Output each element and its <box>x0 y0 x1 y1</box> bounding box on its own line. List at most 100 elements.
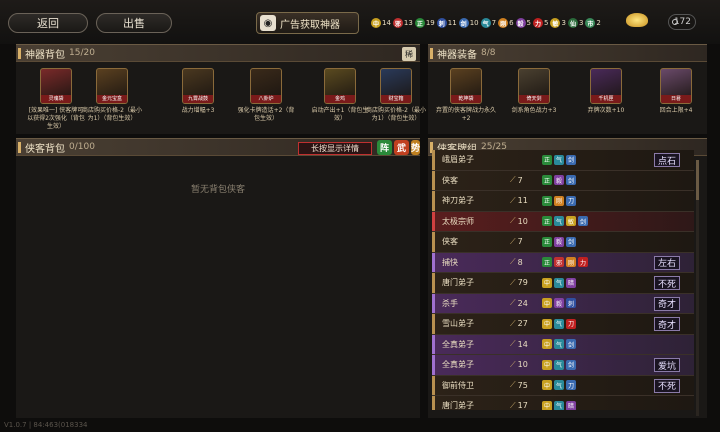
hero-name: 全真弟子 <box>442 339 474 349</box>
sort-formation-button[interactable]: 阵 <box>377 140 392 155</box>
artifact-card[interactable]: 财宝箱 商店购买价格-2（最小为1）（背包生效） <box>366 68 426 123</box>
artifact-desc: 商店购买价格-2（最小为1）（背包生效） <box>82 107 142 122</box>
artifact-icon: 九霄战鼓 <box>182 68 214 104</box>
hero-row[interactable]: 全真弟子 ⟋ 10 中气剑 爱坑 <box>432 355 694 376</box>
artifact-card[interactable]: 倚天剑 剑系角色战力+3 <box>504 68 564 115</box>
hero-name: 全真弟子 <box>442 360 474 370</box>
long-press-detail-button[interactable]: 长按显示详情 <box>298 142 372 155</box>
artifact-name: 八卦炉 <box>251 95 281 103</box>
hero-power-value: 7 <box>517 175 523 185</box>
hero-tag: 中 <box>542 318 552 329</box>
resource-item: 毅5 <box>515 18 531 28</box>
resource-item: 正 19 <box>414 18 435 28</box>
resource-item: 气7 <box>480 18 496 28</box>
hero-power-value: 10 <box>517 216 528 226</box>
hero-trait-badge: 爱坑 <box>653 358 680 372</box>
hero-power: ⟋ 10 <box>510 360 528 370</box>
hero-tag: 正 <box>542 195 552 206</box>
resource-item: 仙3 <box>567 18 583 28</box>
hero-tag: 敏 <box>566 216 576 227</box>
hero-row[interactable]: 雪山弟子 ⟋ 27 中气刀 奇才 <box>432 314 694 335</box>
hero-tag: 剑 <box>566 154 576 165</box>
sword-icon: ⟋ <box>510 257 516 267</box>
hero-trait-badge: 奇才 <box>653 296 680 311</box>
artifact-equip-panel: 神器装备 8/8 乾坤袋 弃置的侠客牌战力永久+2 倚天剑 剑系角色战力+3 千机匣 弃牌… <box>428 44 707 134</box>
artifact-bag-title: 神器背包 <box>25 49 65 61</box>
hero-tags: 中毅刺 <box>542 298 576 309</box>
artifact-equip-count: 8/8 <box>481 48 496 58</box>
hero-row[interactable]: 峨眉弟子 正气剑 点石 <box>432 150 694 171</box>
hero-name: 神刀弟子 <box>442 196 474 206</box>
hero-tag: 暗 <box>566 400 576 410</box>
hero-bag-count: 0/100 <box>69 142 95 152</box>
clock-icon <box>672 19 678 25</box>
deck-scrollbar[interactable] <box>696 160 699 416</box>
hero-tag: 刺 <box>566 298 576 309</box>
artifact-name: 倚天剑 <box>519 95 549 103</box>
artifact-icon: 八卦炉 <box>250 68 282 104</box>
artifact-card[interactable]: 九霄战鼓 战力增幅+3 <box>168 68 228 115</box>
hero-trait-badge: 奇才 <box>653 317 680 331</box>
artifact-icon: 乾坤袋 <box>450 68 482 104</box>
artifact-card[interactable]: 日晷 回合上限+4 <box>646 68 706 115</box>
hero-row[interactable]: 侠客 ⟋ 7 正毅剑 <box>432 170 694 191</box>
hero-deck-list[interactable]: 峨眉弟子正气剑点石 侠客 ⟋ 7 正毅剑神刀弟子 ⟋ 11 正刚刀太极宗师 ⟋ 10 正气敏剑侠客 ⟋… <box>432 150 694 410</box>
scrollbar-thumb[interactable] <box>696 160 699 200</box>
artifact-name: 金元宝盒 <box>97 95 127 103</box>
gold-ingot-icon[interactable] <box>626 13 648 27</box>
hero-row[interactable]: 侠客 ⟋ 7 正毅剑 <box>432 232 694 253</box>
resource-icon: 正 <box>414 18 425 28</box>
hero-tag: 刀 <box>566 195 576 206</box>
resource-icon: 邪 <box>392 18 403 28</box>
hero-row[interactable]: 御前侍卫 ⟋ 75 中气刀 不死 <box>432 375 694 396</box>
hero-row[interactable]: 捕快 ⟋ 8 正邪刚力 左右 <box>432 252 694 273</box>
artifact-card[interactable]: 金鸡 启动产出+1（背包生效） <box>310 68 370 123</box>
hero-tag: 气 <box>554 380 564 391</box>
artifact-icon: 日晷 <box>660 68 692 104</box>
resource-icon: 中 <box>371 18 381 28</box>
hero-tag: 正 <box>542 175 552 186</box>
artifact-card[interactable]: 金元宝盒商店购买价格-2（最小为1）（背包生效） <box>82 68 142 123</box>
hero-name: 太极宗师 <box>442 216 474 226</box>
hero-row[interactable]: 太极宗师 ⟋ 10 正气敏剑 <box>432 211 694 232</box>
sword-icon: ⟋ <box>510 277 516 287</box>
hero-name: 唐门弟子 <box>442 401 474 410</box>
sort-martial-button[interactable]: 武 <box>394 140 409 155</box>
hero-row[interactable]: 唐门弟子 ⟋ 17 中气暗 <box>432 396 694 410</box>
hero-name: 杀手 <box>442 298 458 308</box>
resource-icon: 刺 <box>436 18 447 28</box>
hero-row[interactable]: 全真弟子 ⟋ 14 中气剑 <box>432 334 694 355</box>
resource-icon: 市 <box>585 18 596 28</box>
hero-row[interactable]: 唐门弟子 ⟋ 79 中气暗 不死 <box>432 273 694 294</box>
ad-artifact-button[interactable]: ◉ 广告获取神器 <box>256 12 359 34</box>
sell-button[interactable]: 出售 <box>96 13 172 33</box>
hero-row[interactable]: 杀手 ⟋ 24 中毅刺 奇才 <box>432 293 694 314</box>
hero-power: ⟋ 79 <box>510 278 528 288</box>
back-button[interactable]: 返回 <box>8 13 88 33</box>
artifact-card[interactable]: 千机匣弃牌次数+10 <box>576 68 636 115</box>
hero-tag: 剑 <box>578 216 588 227</box>
hero-power: ⟋ 8 <box>510 257 523 267</box>
resource-value: 5 <box>544 19 549 27</box>
hero-row[interactable]: 神刀弟子 ⟋ 11 正刚刀 <box>432 191 694 212</box>
artifact-name: 金鸡 <box>325 95 355 103</box>
artifact-card[interactable]: 灵魂袋 [效果唯一] 侠客牌可以获得2次强化（背包生效） <box>26 68 86 131</box>
artifact-desc: 弃牌次数+10 <box>587 107 625 114</box>
resource-item: 中 14 <box>371 18 391 28</box>
hero-tag: 中 <box>542 359 552 370</box>
artifact-name: 千机匣 <box>591 95 621 103</box>
artifact-desc: [效果唯一] 侠客牌可以获得2次强化（背包生效） <box>27 107 85 130</box>
hero-tag: 气 <box>554 339 564 350</box>
hero-deck-panel: 侠客牌组 25/25 峨眉弟子正气剑点石 侠客 ⟋ 7 正毅剑神刀弟子 ⟋ 11 正刚刀太极宗… <box>428 138 707 418</box>
hero-tags: 中气暗 <box>542 277 576 288</box>
hero-tag: 气 <box>554 318 564 329</box>
hero-tags: 正气敏剑 <box>542 216 588 227</box>
artifact-card[interactable]: 八卦炉 强化卡牌造话+2（背包生效） <box>236 68 296 123</box>
artifact-name: 灵魂袋 <box>41 95 71 103</box>
hero-power: ⟋ 17 <box>510 401 528 410</box>
resource-icon: 力 <box>533 18 544 28</box>
rarity-badge[interactable]: 稀 <box>402 47 416 61</box>
hero-bag-panel: 侠客背包 0/100 长按显示详情 阵 武 势 暂无背包侠客 <box>16 138 420 418</box>
artifact-card[interactable]: 乾坤袋 弃置的侠客牌战力永久+2 <box>436 68 496 123</box>
sort-momentum-button[interactable]: 势 <box>411 140 420 155</box>
